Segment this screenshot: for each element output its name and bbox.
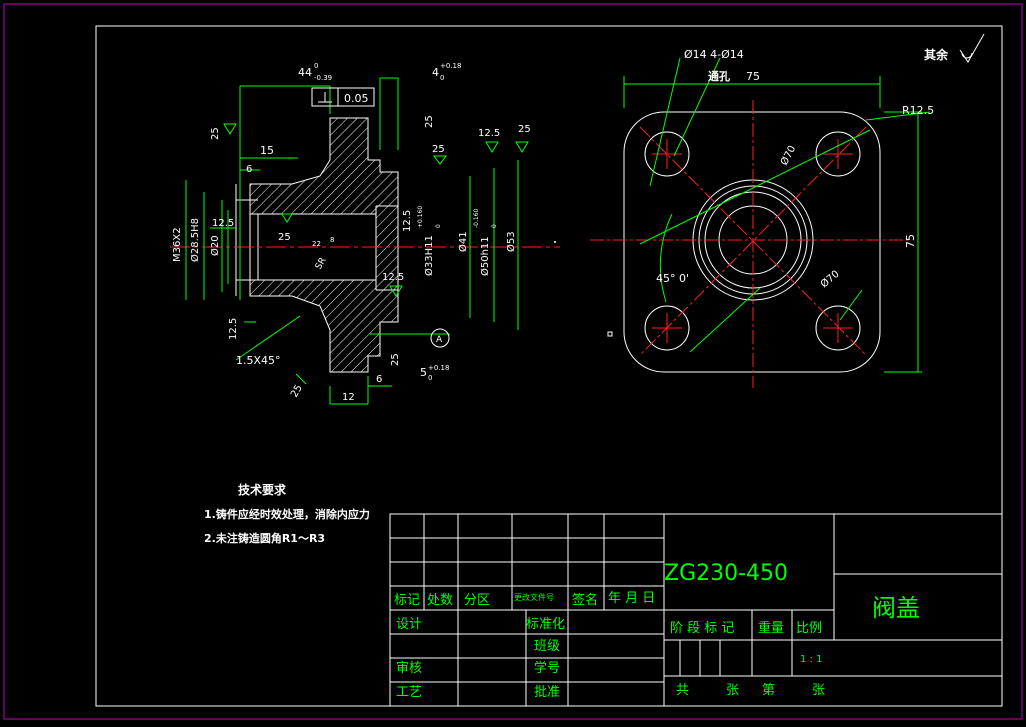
svg-text:审核: 审核 (396, 661, 422, 676)
dim-44: 44 (298, 66, 312, 79)
svg-text:批准: 批准 (534, 685, 560, 700)
svg-text:M36X2: M36X2 (172, 227, 183, 262)
tech-note-2: 2.未注铸造圆角R1～R3 (204, 531, 325, 545)
svg-text:学号: 学号 (534, 660, 560, 676)
width-dim: 75 (746, 70, 760, 83)
svg-text:12.5: 12.5 (478, 128, 500, 139)
drawing-sheet: 其余 44 0 -0.39 4 +0.18 0 0.05 A 15 6 M36X… (3, 3, 1023, 720)
svg-text:年 月 日: 年 月 日 (608, 591, 655, 606)
drawing-frame (95, 25, 1003, 707)
svg-text:0: 0 (428, 374, 432, 382)
svg-text:6: 6 (376, 374, 382, 385)
svg-text:Ø20: Ø20 (209, 235, 221, 256)
svg-text:班级: 班级 (534, 639, 560, 654)
svg-text:Ø33H11: Ø33H11 (423, 235, 435, 276)
svg-text:0: 0 (314, 62, 318, 70)
svg-text:-0.160: -0.160 (473, 208, 480, 228)
svg-text:25: 25 (278, 232, 291, 243)
svg-text:处数: 处数 (427, 593, 453, 608)
svg-text:更改文件号: 更改文件号 (514, 592, 554, 602)
outer-sheet-border (3, 3, 1023, 720)
pcd-dim-b: Ø70 (818, 268, 842, 290)
svg-text:0: 0 (491, 224, 498, 228)
svg-text:25: 25 (210, 127, 221, 140)
svg-text:0: 0 (435, 224, 442, 228)
svg-text:张: 张 (812, 683, 825, 698)
svg-text:12.5: 12.5 (402, 210, 413, 232)
svg-text:Ø41: Ø41 (457, 231, 469, 252)
svg-text:12.5: 12.5 (228, 318, 239, 340)
svg-text:Ø50h11: Ø50h11 (479, 236, 491, 276)
svg-text:12.5: 12.5 (382, 272, 404, 283)
svg-text:第: 第 (762, 683, 775, 698)
svg-text:工艺: 工艺 (396, 685, 422, 700)
svg-text:0: 0 (440, 74, 444, 82)
pcd-dim-a: Ø70 (778, 144, 798, 168)
svg-text:1.5X45°: 1.5X45° (236, 354, 281, 367)
svg-text:阶 段 标 记: 阶 段 标 记 (670, 621, 734, 636)
svg-text:张: 张 (726, 683, 739, 698)
thru-note: 通孔 (708, 70, 730, 83)
height-dim: 75 (904, 234, 917, 248)
cad-drawing-canvas: 其余 44 0 -0.39 4 +0.18 0 0.05 A 15 6 M36X… (0, 0, 1026, 727)
angle-dim: 45° 0' (656, 272, 689, 285)
tech-notes-title: 技术要求 (238, 482, 287, 497)
svg-text:比例: 比例 (796, 621, 822, 636)
hole-note: Ø14 4-Ø14 (684, 48, 744, 61)
perp-tolerance-value: 0.05 (344, 92, 369, 105)
svg-text:25: 25 (289, 383, 305, 400)
svg-text:-0.39: -0.39 (314, 74, 332, 82)
svg-text:+0.18: +0.18 (440, 62, 461, 70)
dim-4: 4 (432, 66, 439, 79)
svg-text:分区: 分区 (464, 593, 490, 608)
svg-text:Ø28.5H8: Ø28.5H8 (189, 218, 201, 262)
corner-radius-dim: R12.5 (902, 104, 934, 117)
svg-text:25: 25 (432, 144, 445, 155)
svg-text:+0.160: +0.160 (417, 206, 424, 228)
svg-text:8: 8 (330, 236, 334, 244)
svg-text:+0.18: +0.18 (428, 364, 449, 372)
roughness-rest-label: 其余 (924, 47, 949, 62)
plan-view: Ø14 4-Ø14 通孔 75 75 R12.5 Ø70 Ø70 45° 0' (590, 48, 934, 388)
svg-text:签名: 签名 (572, 592, 598, 608)
tech-note-1: 1.铸件应经时效处理，消除内应力 (204, 507, 370, 521)
svg-text:Ø53: Ø53 (505, 231, 517, 252)
svg-text:重量: 重量 (758, 620, 784, 636)
svg-text:25: 25 (390, 353, 401, 366)
material-label: ZG230-450 (664, 561, 788, 586)
svg-text:设计: 设计 (396, 617, 422, 632)
svg-text:12: 12 (342, 392, 355, 403)
svg-text:5: 5 (420, 366, 427, 379)
svg-text:6: 6 (246, 164, 252, 175)
svg-text:共: 共 (676, 683, 689, 698)
svg-text:标准化: 标准化 (526, 617, 565, 632)
roughness-symbol-icon (959, 33, 985, 63)
svg-text:标记: 标记 (394, 593, 420, 608)
datum-a-label: A (436, 335, 443, 345)
part-name: 阀盖 (872, 594, 920, 622)
svg-text:25: 25 (424, 115, 435, 128)
svg-text:15: 15 (260, 144, 274, 157)
svg-text:12.5: 12.5 (212, 218, 234, 229)
svg-text:22: 22 (312, 240, 321, 248)
section-view: 44 0 -0.39 4 +0.18 0 0.05 A 15 6 M36X2 Ø… (170, 62, 560, 405)
svg-text:25: 25 (518, 124, 531, 135)
scale-value: 1 : 1 (800, 654, 822, 665)
